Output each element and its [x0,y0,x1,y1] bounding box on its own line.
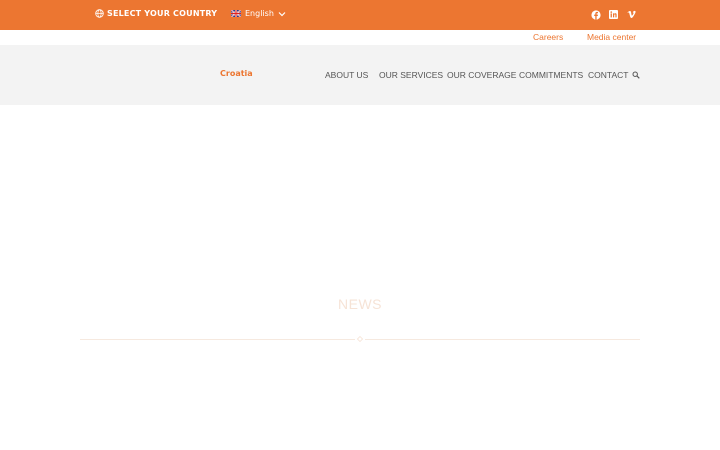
news-divider-left [80,339,355,340]
linkedin-link[interactable] [608,9,619,20]
nav-about-us[interactable]: ABOUT US [325,70,368,80]
language-selector[interactable]: English [231,9,286,18]
diamond-divider-icon [357,336,363,342]
nav-our-coverage[interactable]: OUR COVERAGE [447,70,516,80]
nav-contact[interactable]: CONTACT [588,70,628,80]
nav-commitments[interactable]: COMMITMENTS [519,70,583,80]
facebook-link[interactable] [590,9,601,20]
top-bar: SELECT YOUR COUNTRY English [0,0,720,30]
brand-croatia[interactable]: Croatia [220,69,253,78]
search-icon[interactable] [632,71,640,79]
media-center-link[interactable]: Media center [587,32,636,42]
linkedin-icon [609,10,618,19]
vimeo-icon [627,10,636,19]
uk-flag-icon [231,10,241,17]
nav-our-services[interactable]: OUR SERVICES [379,70,443,80]
facebook-icon [590,9,601,20]
select-country-button[interactable]: SELECT YOUR COUNTRY [95,9,217,18]
vimeo-link[interactable] [626,9,637,20]
news-divider-right [365,339,640,340]
careers-link[interactable]: Careers [533,32,563,42]
language-label: English [245,9,274,18]
main-navbar: Croatia ABOUT US OUR SERVICES OUR COVERA… [0,45,720,105]
secondary-bar: Careers Media center [0,30,720,45]
globe-icon [95,9,104,18]
news-section-title: NEWS [338,296,382,312]
select-country-label: SELECT YOUR COUNTRY [107,9,218,18]
chevron-down-icon [278,11,286,16]
